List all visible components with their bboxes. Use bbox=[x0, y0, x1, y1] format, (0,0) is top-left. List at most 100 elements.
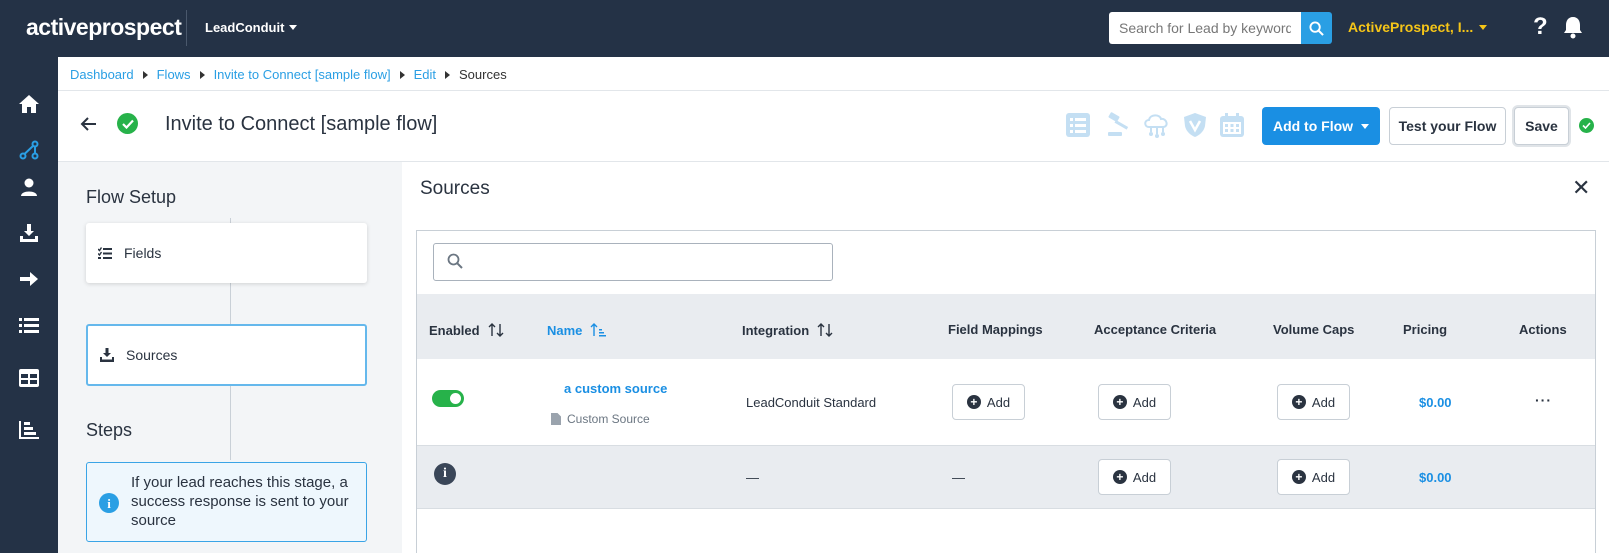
breadcrumb-separator-icon bbox=[445, 70, 450, 79]
breadcrumb-current: Sources bbox=[459, 67, 507, 82]
sources-panel-title: Sources bbox=[420, 178, 490, 199]
add-volume-cap-button[interactable]: + Add bbox=[1277, 459, 1350, 495]
user-icon[interactable] bbox=[17, 175, 41, 199]
search-icon bbox=[1309, 20, 1324, 36]
search-button[interactable] bbox=[1301, 12, 1332, 44]
sources-filter-input[interactable] bbox=[433, 243, 833, 281]
flow-step-fields[interactable]: Fields bbox=[86, 223, 367, 283]
product-label: LeadConduit bbox=[205, 20, 285, 35]
sort-ascending-icon bbox=[590, 323, 607, 337]
add-volume-cap-button[interactable]: + Add bbox=[1277, 384, 1350, 420]
breadcrumb-separator-icon bbox=[142, 70, 148, 79]
source-type-label: Custom Source bbox=[567, 412, 650, 426]
info-icon: i bbox=[99, 493, 119, 513]
save-button[interactable]: Save bbox=[1514, 107, 1569, 145]
chevron-down-icon bbox=[1479, 24, 1488, 30]
divider bbox=[58, 90, 1609, 91]
top-bar: activeprospect LeadConduit ActiveProspec… bbox=[0, 0, 1609, 57]
row-field-mappings-empty: — bbox=[952, 470, 965, 485]
sort-icon bbox=[488, 323, 504, 337]
breadcrumb-flow[interactable]: Invite to Connect [sample flow] bbox=[214, 67, 391, 82]
list-icon[interactable] bbox=[17, 313, 41, 337]
add-label: Add bbox=[1132, 394, 1157, 410]
source-pricing-link[interactable]: $0.00 bbox=[1419, 395, 1452, 410]
breadcrumb-separator-icon bbox=[199, 70, 205, 79]
left-nav bbox=[0, 57, 58, 553]
flow-connector bbox=[230, 386, 231, 460]
column-integration-label: Integration bbox=[742, 322, 810, 338]
add-acceptance-criteria-button[interactable]: + Add bbox=[1098, 459, 1171, 495]
add-label: Add bbox=[986, 394, 1011, 410]
calendar-icon[interactable] bbox=[1219, 112, 1247, 138]
column-name[interactable]: Name bbox=[547, 322, 607, 338]
add-to-flow-label: Add to Flow bbox=[1272, 118, 1354, 134]
row-actions-ellipsis-icon[interactable]: ··· bbox=[1535, 392, 1552, 408]
row-integration-empty: — bbox=[746, 470, 759, 485]
column-enabled[interactable]: Enabled bbox=[429, 322, 504, 338]
cloud-network-icon[interactable] bbox=[1142, 112, 1170, 138]
chevron-down-icon bbox=[1361, 123, 1370, 129]
logo[interactable]: activeprospect bbox=[26, 14, 182, 41]
column-integration[interactable]: Integration bbox=[742, 322, 833, 338]
flows-icon[interactable] bbox=[17, 138, 41, 162]
breadcrumb-flows[interactable]: Flows bbox=[157, 67, 191, 82]
home-icon[interactable] bbox=[17, 92, 41, 116]
add-to-flow-button[interactable]: Add to Flow bbox=[1262, 107, 1380, 145]
plus-icon: + bbox=[966, 395, 981, 409]
chevron-down-icon bbox=[289, 25, 298, 30]
test-flow-button[interactable]: Test your Flow bbox=[1389, 107, 1506, 145]
download-icon bbox=[100, 348, 114, 362]
source-integration: LeadConduit Standard bbox=[746, 395, 877, 410]
info-icon[interactable]: i bbox=[434, 463, 456, 485]
steps-heading: Steps bbox=[86, 420, 133, 440]
column-acceptance-criteria: Acceptance Criteria bbox=[1094, 322, 1217, 337]
column-field-mappings: Field Mappings bbox=[948, 322, 1043, 337]
close-icon[interactable]: ✕ bbox=[1572, 175, 1590, 201]
default-pricing-link[interactable]: $0.00 bbox=[1419, 470, 1452, 485]
table-icon[interactable] bbox=[17, 366, 41, 390]
breadcrumb: Dashboard Flows Invite to Connect [sampl… bbox=[70, 67, 507, 82]
bell-icon[interactable] bbox=[1562, 15, 1584, 44]
download-icon[interactable] bbox=[17, 221, 41, 245]
flow-step-fields-label: Fields bbox=[124, 245, 162, 261]
product-switcher[interactable]: LeadConduit bbox=[205, 20, 298, 35]
plus-icon: + bbox=[1291, 470, 1306, 484]
file-icon bbox=[551, 413, 561, 425]
flow-step-sources[interactable]: Sources bbox=[86, 324, 367, 386]
search-icon bbox=[447, 253, 463, 274]
account-name: ActiveProspect, I... bbox=[1348, 19, 1474, 35]
add-label: Add bbox=[1311, 394, 1336, 410]
saved-check-icon bbox=[1579, 118, 1594, 133]
chart-icon[interactable] bbox=[17, 418, 41, 442]
page-title: Invite to Connect [sample flow] bbox=[165, 113, 438, 135]
plus-icon: + bbox=[1291, 395, 1306, 409]
breadcrumb-separator-icon bbox=[399, 70, 405, 79]
checklist-icon bbox=[98, 247, 112, 259]
add-label: Add bbox=[1132, 469, 1157, 485]
back-arrow-icon[interactable] bbox=[80, 116, 98, 137]
source-name-link[interactable]: a custom source bbox=[564, 381, 667, 396]
source-enabled-toggle[interactable] bbox=[432, 390, 464, 407]
help-icon[interactable]: ? bbox=[1533, 13, 1548, 41]
top-divider bbox=[186, 10, 187, 46]
account-menu[interactable]: ActiveProspect, I... bbox=[1348, 19, 1488, 35]
gavel-icon[interactable] bbox=[1106, 112, 1134, 138]
column-enabled-label: Enabled bbox=[429, 322, 480, 338]
plus-icon: + bbox=[1112, 470, 1127, 484]
arrow-right-icon[interactable] bbox=[17, 267, 41, 291]
sort-icon bbox=[817, 323, 833, 337]
breadcrumb-edit[interactable]: Edit bbox=[414, 67, 436, 82]
add-acceptance-criteria-button[interactable]: + Add bbox=[1098, 384, 1171, 420]
verified-shield-icon[interactable] bbox=[1182, 112, 1210, 138]
source-type: Custom Source bbox=[551, 412, 650, 426]
flow-step-sources-label: Sources bbox=[126, 347, 178, 363]
lead-search-input[interactable] bbox=[1109, 12, 1301, 44]
add-label: Add bbox=[1311, 469, 1336, 485]
column-name-label: Name bbox=[547, 322, 583, 338]
flow-connector bbox=[230, 283, 231, 324]
add-field-mapping-button[interactable]: + Add bbox=[952, 384, 1025, 420]
fields-list-icon[interactable] bbox=[1065, 112, 1093, 138]
breadcrumb-dashboard[interactable]: Dashboard bbox=[70, 67, 134, 82]
flow-setup-heading: Flow Setup bbox=[86, 187, 177, 207]
column-volume-caps: Volume Caps bbox=[1273, 322, 1355, 337]
